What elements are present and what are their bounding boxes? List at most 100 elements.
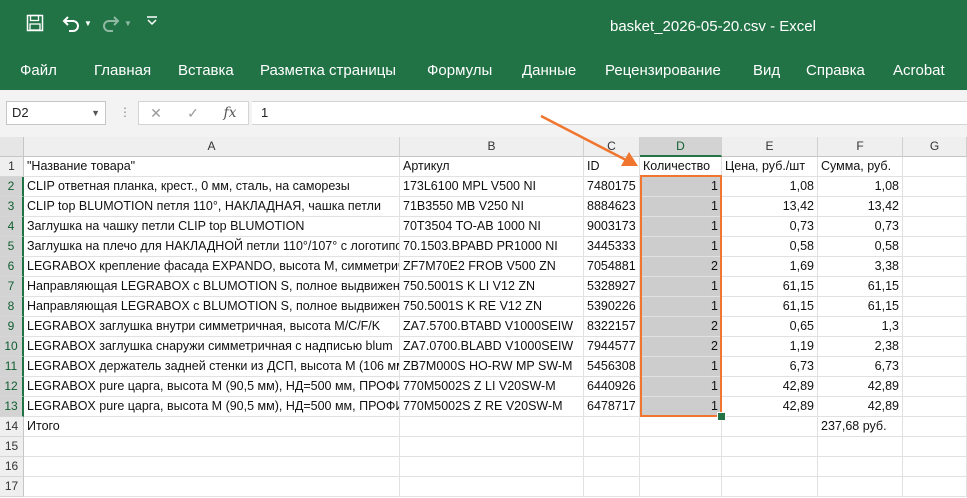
cell-f15[interactable] <box>818 437 903 457</box>
cell-g5[interactable] <box>903 237 967 257</box>
cell-g8[interactable] <box>903 297 967 317</box>
cell-d9[interactable]: 2 <box>640 317 722 337</box>
cell-f17[interactable] <box>818 477 903 497</box>
tab-home[interactable]: Главная <box>94 61 151 81</box>
cell-f1[interactable]: Сумма, руб. <box>818 157 903 177</box>
cell-e12[interactable]: 42,89 <box>722 377 818 397</box>
cell-c9[interactable]: 8322157 <box>584 317 640 337</box>
cell-a13[interactable]: LEGRABOX pure царга, высота M (90,5 мм),… <box>24 397 400 417</box>
cell-d4[interactable]: 1 <box>640 217 722 237</box>
cell-e9[interactable]: 0,65 <box>722 317 818 337</box>
cell-c15[interactable] <box>584 437 640 457</box>
cell-f4[interactable]: 0,73 <box>818 217 903 237</box>
customize-qat-icon[interactable] <box>144 14 160 34</box>
row-header[interactable]: 16 <box>0 457 24 477</box>
undo-icon[interactable] <box>60 14 82 38</box>
cell-c17[interactable] <box>584 477 640 497</box>
cell-a2[interactable]: CLIP ответная планка, крест., 0 мм, стал… <box>24 177 400 197</box>
row-header[interactable]: 1 <box>0 157 24 177</box>
cell-a4[interactable]: Заглушка на чашку петли CLIP top BLUMOTI… <box>24 217 400 237</box>
cell-f16[interactable] <box>818 457 903 477</box>
cell-e13[interactable]: 42,89 <box>722 397 818 417</box>
tab-acrobat[interactable]: Acrobat <box>893 61 945 81</box>
row-header[interactable]: 3 <box>0 197 24 217</box>
cell-a14[interactable]: Итого <box>24 417 400 437</box>
tab-page-layout[interactable]: Разметка страницы <box>260 61 396 81</box>
cell-g1[interactable] <box>903 157 967 177</box>
cell-b2[interactable]: 173L6100 MPL V500 NI <box>400 177 584 197</box>
cell-b9[interactable]: ZA7.5700.BTABD V1000SEIW <box>400 317 584 337</box>
column-header-b[interactable]: B <box>400 137 584 157</box>
cell-a15[interactable] <box>24 437 400 457</box>
cell-c4[interactable]: 9003173 <box>584 217 640 237</box>
cell-c13[interactable]: 6478717 <box>584 397 640 417</box>
cell-c7[interactable]: 5328927 <box>584 277 640 297</box>
cell-g7[interactable] <box>903 277 967 297</box>
cell-f14[interactable]: 237,68 руб. <box>818 417 903 437</box>
row-header[interactable]: 11 <box>0 357 24 377</box>
cell-g14[interactable] <box>903 417 967 437</box>
cell-b8[interactable]: 750.5001S K RE V12 ZN <box>400 297 584 317</box>
row-header[interactable]: 15 <box>0 437 24 457</box>
cell-e5[interactable]: 0,58 <box>722 237 818 257</box>
cell-g15[interactable] <box>903 437 967 457</box>
cell-d6[interactable]: 2 <box>640 257 722 277</box>
cell-a3[interactable]: CLIP top BLUMOTION петля 110°, НАКЛАДНАЯ… <box>24 197 400 217</box>
cell-f11[interactable]: 6,73 <box>818 357 903 377</box>
cell-c6[interactable]: 7054881 <box>584 257 640 277</box>
cell-a10[interactable]: LEGRABOX заглушка снаружи симметричная с… <box>24 337 400 357</box>
cell-b11[interactable]: ZB7M000S HO-RW MP SW-M <box>400 357 584 377</box>
name-box[interactable]: D2 ▼ <box>6 101 106 125</box>
select-all-corner[interactable] <box>0 137 24 157</box>
cell-f6[interactable]: 3,38 <box>818 257 903 277</box>
redo-dropdown-icon[interactable]: ▼ <box>124 14 132 34</box>
cell-e8[interactable]: 61,15 <box>722 297 818 317</box>
cell-e4[interactable]: 0,73 <box>722 217 818 237</box>
cell-b3[interactable]: 71B3550 MB V250 NI <box>400 197 584 217</box>
cell-a5[interactable]: Заглушка на плечо для НАКЛАДНОЙ петли 11… <box>24 237 400 257</box>
cell-a9[interactable]: LEGRABOX заглушка внутри симметричная, в… <box>24 317 400 337</box>
column-header-a[interactable]: A <box>24 137 400 157</box>
cell-f7[interactable]: 61,15 <box>818 277 903 297</box>
cell-d16[interactable] <box>640 457 722 477</box>
cell-f13[interactable]: 42,89 <box>818 397 903 417</box>
cell-c3[interactable]: 8884623 <box>584 197 640 217</box>
cell-g2[interactable] <box>903 177 967 197</box>
tab-view[interactable]: Вид <box>753 61 780 81</box>
tab-insert[interactable]: Вставка <box>178 61 234 81</box>
cell-e2[interactable]: 1,08 <box>722 177 818 197</box>
cell-f8[interactable]: 61,15 <box>818 297 903 317</box>
cell-d8[interactable]: 1 <box>640 297 722 317</box>
row-header[interactable]: 10 <box>0 337 24 357</box>
cell-f9[interactable]: 1,3 <box>818 317 903 337</box>
undo-dropdown-icon[interactable]: ▼ <box>84 14 92 34</box>
row-header[interactable]: 14 <box>0 417 24 437</box>
cell-f10[interactable]: 2,38 <box>818 337 903 357</box>
row-header[interactable]: 8 <box>0 297 24 317</box>
cell-c11[interactable]: 5456308 <box>584 357 640 377</box>
cell-g4[interactable] <box>903 217 967 237</box>
cell-c2[interactable]: 7480175 <box>584 177 640 197</box>
cell-d17[interactable] <box>640 477 722 497</box>
cell-a7[interactable]: Направляющая LEGRABOX с BLUMOTION S, пол… <box>24 277 400 297</box>
tab-file[interactable]: Файл <box>20 61 57 81</box>
row-header[interactable]: 4 <box>0 217 24 237</box>
cell-c10[interactable]: 7944577 <box>584 337 640 357</box>
cell-b14[interactable] <box>400 417 584 437</box>
cancel-icon[interactable]: ✕ <box>147 104 165 122</box>
cell-d13[interactable]: 1 <box>640 397 722 417</box>
insert-function-icon[interactable]: fx <box>221 104 239 122</box>
cell-g9[interactable] <box>903 317 967 337</box>
cell-d5[interactable]: 1 <box>640 237 722 257</box>
cell-e17[interactable] <box>722 477 818 497</box>
cell-b5[interactable]: 70.1503.BPABD PR1000 NI <box>400 237 584 257</box>
row-header[interactable]: 2 <box>0 177 24 197</box>
cell-c12[interactable]: 6440926 <box>584 377 640 397</box>
column-header-f[interactable]: F <box>818 137 903 157</box>
cell-f2[interactable]: 1,08 <box>818 177 903 197</box>
cell-b15[interactable] <box>400 437 584 457</box>
cell-b7[interactable]: 750.5001S K LI V12 ZN <box>400 277 584 297</box>
cell-b6[interactable]: ZF7M70E2 FROB V500 ZN <box>400 257 584 277</box>
cell-g10[interactable] <box>903 337 967 357</box>
tab-review[interactable]: Рецензирование <box>605 61 721 81</box>
